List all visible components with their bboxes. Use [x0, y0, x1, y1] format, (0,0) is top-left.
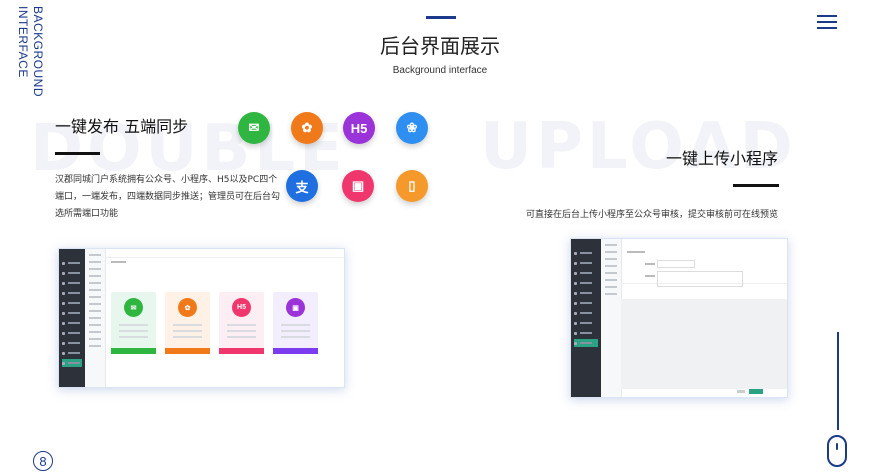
mock-card-button — [219, 348, 264, 354]
mock-section-title — [111, 261, 126, 263]
mock-card-wechat: ✉ — [111, 292, 156, 354]
mock-subnav — [601, 239, 622, 397]
mock-cancel-button — [737, 390, 745, 393]
mock-card-line — [281, 324, 310, 326]
mock-subnav — [85, 249, 106, 387]
feature-left-divider — [55, 152, 100, 155]
miniprogram-icon: ✿ — [291, 112, 323, 144]
mock-card-line — [173, 324, 202, 326]
mock-card-pc: ▣ — [273, 292, 318, 354]
mock-card-line — [227, 336, 256, 338]
feature-right-title: 一键上传小程序 — [665, 149, 778, 168]
feature-left-title: 一键发布 五端同步 — [55, 117, 189, 136]
mock-card-line — [281, 336, 310, 338]
h5-icon: H5 — [343, 112, 375, 144]
mock-cards: ✉ ✿ H5 ▣ — [105, 267, 344, 387]
header-accent-bar — [426, 16, 456, 19]
scroll-mouse-icon[interactable] — [827, 435, 847, 467]
page-number: 8 — [33, 451, 53, 471]
side-label-line2: INTERFACE — [16, 6, 30, 78]
admin-screenshot-upload — [570, 238, 788, 398]
alipay-icon: 支 — [286, 170, 318, 202]
mock-submit-button — [749, 389, 763, 394]
feature-right-description: 可直接在后台上传小程序至公众号审核，提交审核前可在线预览 — [525, 210, 778, 220]
page-subtitle: Background interface — [392, 65, 488, 76]
mock-card-line — [119, 324, 148, 326]
mock-topbar — [105, 249, 344, 258]
wechat-icon: ✉ — [238, 112, 270, 144]
mock-card-line — [281, 330, 310, 332]
mock-form — [621, 245, 787, 287]
baidu-icon: ❀ — [396, 112, 428, 144]
mock-card-line — [119, 336, 148, 338]
mock-card-button — [165, 348, 210, 354]
mock-card-h5: H5 — [219, 292, 264, 354]
mock-card-line — [173, 336, 202, 338]
mock-card-icon: H5 — [232, 298, 251, 317]
platform-icons: ✉ ✿ H5 ❀ 支 ▣ ▯ — [236, 112, 436, 208]
feature-right-divider — [733, 184, 779, 187]
mock-card-button — [111, 348, 156, 354]
mock-preview-area — [621, 299, 787, 389]
mock-card-line — [119, 330, 148, 332]
side-label-line1: BACKGROUND — [31, 6, 45, 98]
hamburger-menu-icon[interactable] — [817, 15, 837, 31]
mock-sidebar — [59, 249, 85, 387]
scroll-line — [837, 332, 839, 430]
mock-card-icon: ✿ — [178, 298, 197, 317]
mock-card-line — [173, 330, 202, 332]
page-title: 后台界面展示 — [380, 34, 500, 58]
admin-screenshot-publish: ✉ ✿ H5 ▣ — [58, 248, 345, 388]
mock-card-button — [273, 348, 318, 354]
mock-sidebar — [571, 239, 601, 397]
mock-card-icon: ▣ — [286, 298, 305, 317]
side-label: BACKGROUND INTERFACE — [16, 6, 50, 106]
mock-card-line — [227, 324, 256, 326]
mobile-icon: ▯ — [396, 170, 428, 202]
pc-icon: ▣ — [342, 170, 374, 202]
mock-card-icon: ✉ — [124, 298, 143, 317]
mock-card-line — [227, 330, 256, 332]
mock-card-miniprogram: ✿ — [165, 292, 210, 354]
